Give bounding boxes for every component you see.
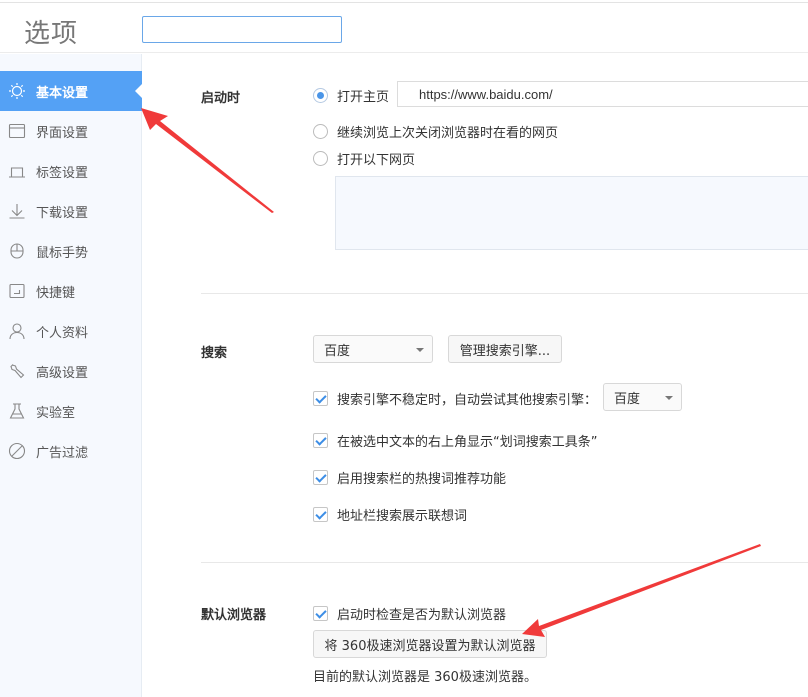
checkbox-label: 搜索引擎不稳定时，自动尝试其他搜索引擎：	[337, 393, 598, 408]
checkbox-label: 启动时检查是否为默认浏览器	[337, 608, 507, 623]
checkbox-label: 地址栏搜索展示联想词	[337, 509, 468, 524]
download-icon	[8, 202, 26, 220]
block-icon	[8, 442, 26, 460]
radio-button-selected[interactable]	[313, 88, 328, 103]
sidebar-item-profile[interactable]: 个人资料	[0, 311, 142, 351]
checkbox-checked[interactable]	[313, 470, 328, 485]
sidebar-item-label: 标签设置	[36, 165, 89, 181]
search-engine-select[interactable]: 百度	[313, 335, 433, 363]
sidebar-item-label: 个人资料	[36, 325, 89, 341]
radio-label: 打开主页	[337, 90, 390, 105]
checkbox-label: 在被选中文本的右上角显示“划词搜索工具条”	[337, 435, 598, 450]
select-value: 百度	[324, 343, 351, 359]
flask-icon	[8, 402, 26, 420]
sidebar-item-label: 下载设置	[36, 205, 89, 221]
startup-option-open-pages[interactable]: 打开以下网页	[313, 149, 415, 168]
settings-search-input[interactable]	[142, 16, 342, 43]
word-search-toolbar-checkbox[interactable]: 在被选中文本的右上角显示“划词搜索工具条”	[313, 431, 597, 450]
radio-button[interactable]	[313, 151, 328, 166]
startup-pages-list[interactable]	[335, 176, 808, 250]
manage-search-engines-button[interactable]: 管理搜索引擎...	[448, 335, 562, 363]
chevron-down-icon	[416, 348, 424, 352]
sidebar-item-label: 实验室	[36, 405, 76, 421]
startup-option-homepage[interactable]: 打开主页	[313, 86, 389, 105]
sidebar-item-label: 鼠标手势	[36, 245, 89, 261]
check-default-browser-checkbox[interactable]: 启动时检查是否为默认浏览器	[313, 604, 506, 623]
checkbox-checked[interactable]	[313, 391, 328, 406]
set-default-browser-button[interactable]: 将 360极速浏览器设置为默认浏览器	[313, 630, 547, 658]
sidebar-item-label: 基本设置	[36, 85, 89, 101]
sidebar-item-labs[interactable]: 实验室	[0, 391, 142, 431]
keyboard-shortcut-icon	[8, 282, 26, 300]
sidebar: 基本设置 界面设置 标签设置 下载设置 鼠标手势 快捷键 个人资料 高级设置 实…	[0, 54, 143, 697]
checkbox-checked[interactable]	[313, 433, 328, 448]
sidebar-item-ui-settings[interactable]: 界面设置	[0, 111, 142, 151]
page-title: 选项	[24, 19, 79, 49]
sidebar-item-advanced-settings[interactable]: 高级设置	[0, 351, 142, 391]
radio-button[interactable]	[313, 124, 328, 139]
sidebar-item-shortcuts[interactable]: 快捷键	[0, 271, 142, 311]
radio-label: 继续浏览上次关闭浏览器时在看的网页	[337, 126, 559, 141]
section-divider	[201, 562, 808, 563]
sun-icon	[8, 82, 26, 100]
checkbox-label: 启用搜索栏的热搜词推荐功能	[337, 472, 507, 487]
radio-label: 打开以下网页	[337, 153, 416, 168]
sidebar-item-tab-settings[interactable]: 标签设置	[0, 151, 142, 191]
fallback-engine-select[interactable]: 百度	[603, 383, 682, 411]
sidebar-item-mouse-gestures[interactable]: 鼠标手势	[0, 231, 142, 271]
mouse-icon	[8, 242, 26, 260]
sidebar-item-label: 快捷键	[36, 285, 76, 301]
default-browser-section-label: 默认浏览器	[201, 608, 267, 623]
address-bar-suggestions-checkbox[interactable]: 地址栏搜索展示联想词	[313, 505, 467, 524]
checkbox-checked[interactable]	[313, 606, 328, 621]
sidebar-item-basic-settings[interactable]: 基本设置	[0, 71, 143, 111]
wrench-icon	[8, 362, 26, 380]
sidebar-item-ad-filter[interactable]: 广告过滤	[0, 431, 142, 471]
select-value: 百度	[614, 391, 641, 407]
settings-content: 启动时 打开主页 继续浏览上次关闭浏览器时在看的网页 打开以下网页 搜索 百度 …	[143, 54, 808, 697]
startup-option-continue-session[interactable]: 继续浏览上次关闭浏览器时在看的网页	[313, 122, 558, 141]
search-section-label: 搜索	[201, 346, 228, 361]
search-fallback-checkbox[interactable]: 搜索引擎不稳定时，自动尝试其他搜索引擎：	[313, 389, 597, 408]
default-browser-status: 目前的默认浏览器是 360极速浏览器。	[313, 670, 537, 685]
user-icon	[8, 322, 26, 340]
checkbox-checked[interactable]	[313, 507, 328, 522]
sidebar-item-download-settings[interactable]: 下载设置	[0, 191, 142, 231]
sidebar-item-label: 界面设置	[36, 125, 89, 141]
header: 选项	[0, 3, 808, 53]
section-divider	[201, 293, 808, 294]
sidebar-item-label: 广告过滤	[36, 445, 89, 461]
homepage-url-input[interactable]	[397, 81, 808, 107]
tab-icon	[8, 162, 26, 180]
startup-section-label: 启动时	[201, 91, 241, 106]
window-icon	[8, 122, 26, 140]
sidebar-item-label: 高级设置	[36, 365, 89, 381]
hot-search-suggestions-checkbox[interactable]: 启用搜索栏的热搜词推荐功能	[313, 468, 506, 487]
chevron-down-icon	[665, 396, 673, 400]
